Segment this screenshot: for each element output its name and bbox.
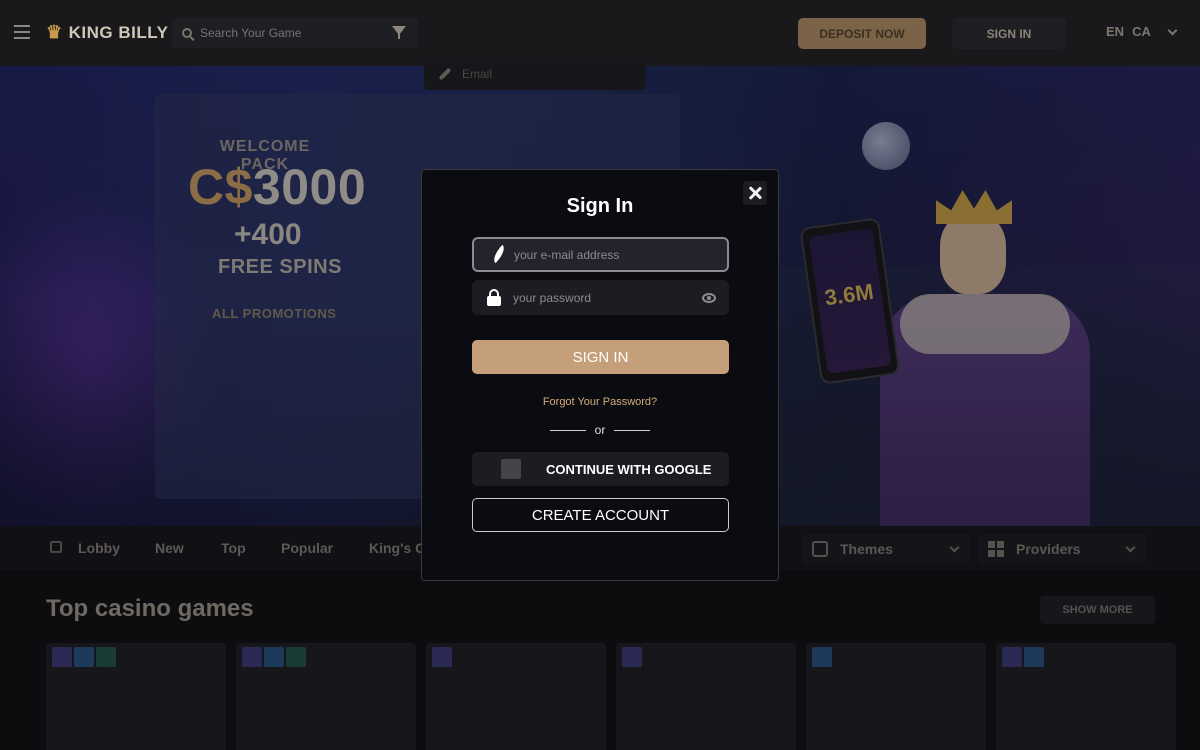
or-divider: or [550,423,650,437]
password-input[interactable] [513,290,693,305]
create-account-button[interactable]: CREATE ACCOUNT [472,498,729,532]
forgot-password-link[interactable]: Forgot Your Password? [422,396,778,408]
signin-button[interactable]: SIGN IN [472,340,729,374]
page: ♛ KING BILLY DEPOSIT NOW SIGN IN EN CA [0,0,1200,750]
feather-icon [488,246,506,264]
google-button-label: CONTINUE WITH GOOGLE [546,461,712,477]
google-icon [501,459,521,479]
lock-icon [487,288,501,307]
signin-modal: Sign In SIGN IN Forgot Your Password? or… [421,169,779,581]
email-field[interactable] [472,237,729,272]
modal-title: Sign In [566,195,634,217]
google-signin-button[interactable]: CONTINUE WITH GOOGLE [472,452,729,486]
eye-icon[interactable] [702,293,716,303]
password-field[interactable] [472,280,729,315]
or-text: or [594,423,606,437]
email-input[interactable] [514,247,694,262]
